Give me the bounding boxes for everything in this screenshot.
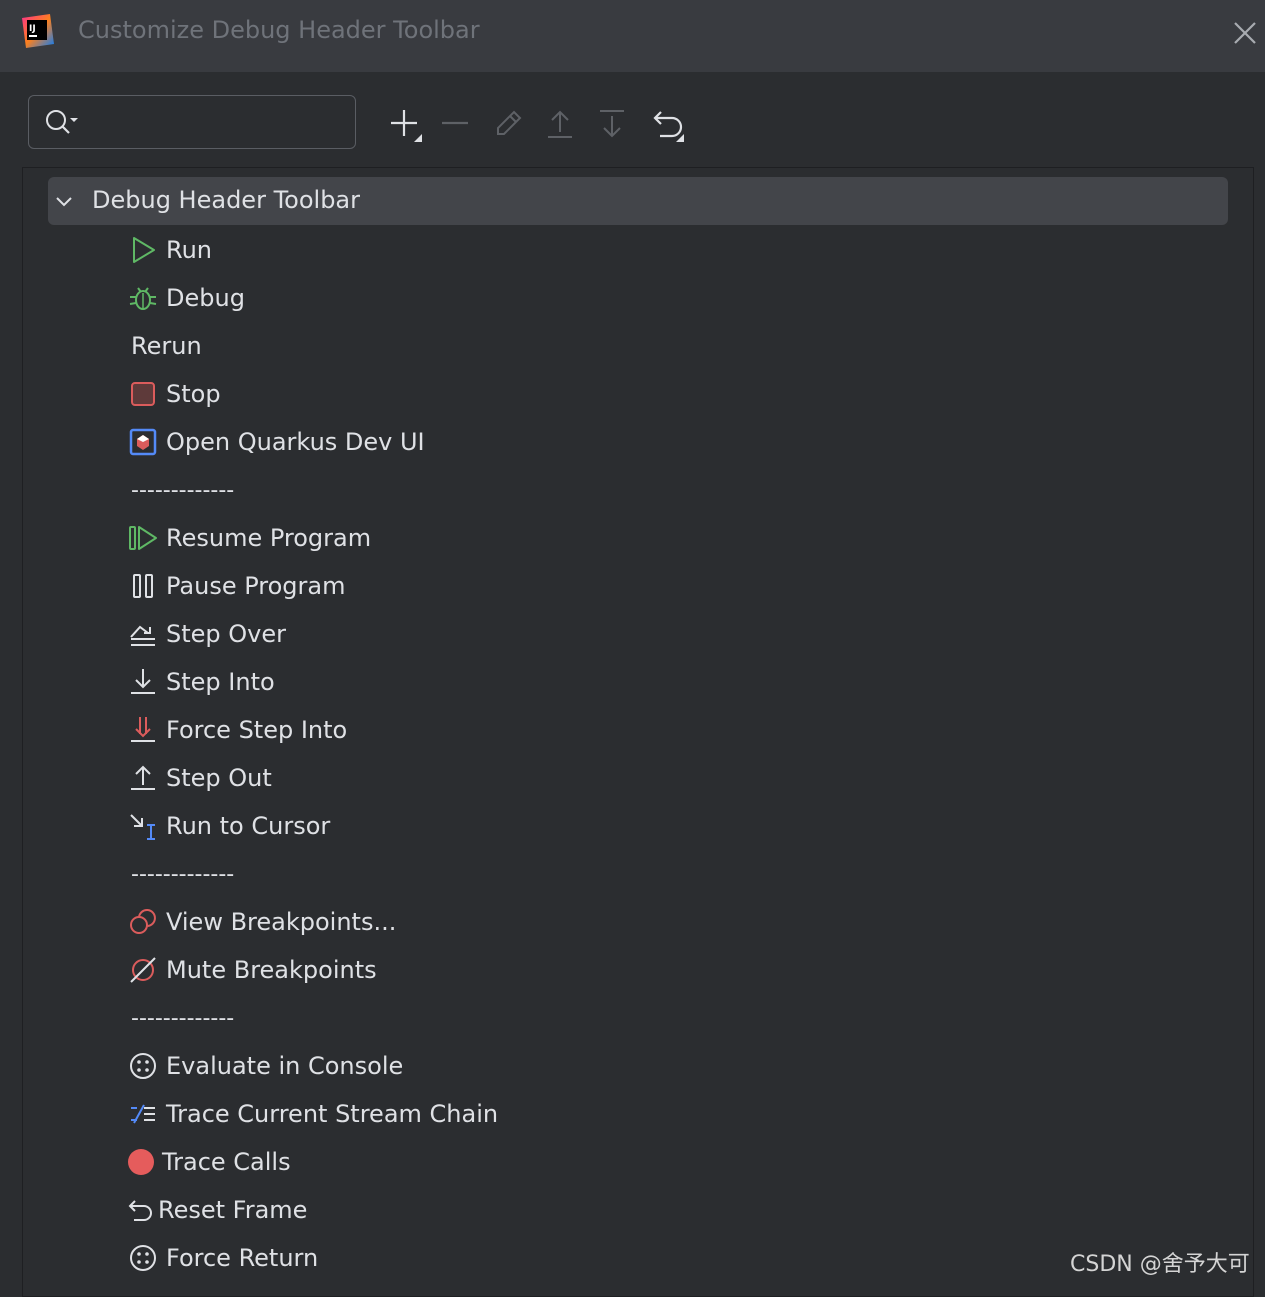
list-item-stop[interactable]: Stop [128, 374, 221, 414]
move-down-icon[interactable] [592, 104, 632, 144]
edit-icon[interactable] [488, 104, 528, 144]
trace-stream-icon [131, 1104, 155, 1124]
tree-root-label: Debug Header Toolbar [92, 186, 360, 214]
step-over-icon [130, 625, 155, 646]
debug-icon [129, 287, 157, 310]
list-item-reset-frame[interactable]: Reset Frame [124, 1190, 307, 1230]
list-item-label: Stop [166, 380, 221, 408]
separator[interactable]: ------------- [131, 1006, 234, 1031]
pause-icon [133, 574, 153, 598]
list-item-force-return[interactable]: Force Return [128, 1238, 318, 1278]
svg-text:IJ: IJ [29, 24, 36, 34]
list-item-label: Rerun [131, 332, 202, 360]
list-item-step-out[interactable]: Step Out [128, 758, 272, 798]
list-item-label: Run to Cursor [166, 812, 331, 840]
list-item-label: Trace Calls [162, 1148, 291, 1176]
list-item-label: Step Into [166, 668, 275, 696]
list-item-label: Evaluate in Console [166, 1052, 404, 1080]
list-item-debug[interactable]: Debug [128, 278, 245, 318]
toolbar [0, 72, 1265, 168]
list-item-trace-current-stream-chain[interactable]: Trace Current Stream Chain [128, 1094, 498, 1134]
intellij-logo-icon: IJ [22, 14, 54, 48]
window-title: Customize Debug Header Toolbar [78, 16, 480, 44]
list-item-view-breakpoints[interactable]: View Breakpoints... [128, 902, 396, 942]
restore-icon[interactable] [646, 104, 686, 144]
search-input[interactable] [93, 104, 347, 142]
list-item-label: Open Quarkus Dev UI [166, 428, 425, 456]
list-item-label: Pause Program [166, 572, 346, 600]
force-return-icon [130, 1245, 156, 1271]
list-item-label: Step Out [166, 764, 272, 792]
search-box[interactable] [28, 95, 356, 149]
resume-icon [129, 526, 157, 550]
chevron-down-icon[interactable] [52, 191, 76, 213]
list-item-label: Debug [166, 284, 245, 312]
reset-frame-icon [128, 1200, 152, 1221]
list-item-mute-breakpoints[interactable]: Mute Breakpoints [128, 950, 377, 990]
list-item-evaluate-in-console[interactable]: Evaluate in Console [128, 1046, 403, 1086]
evaluate-icon [130, 1053, 156, 1079]
view-breakpoints-icon [130, 909, 156, 934]
close-icon[interactable] [1228, 16, 1262, 50]
list-item-label: View Breakpoints... [166, 908, 397, 936]
list-item-label: Force Step Into [166, 716, 348, 744]
title-bar: IJ Customize Debug Header Toolbar [0, 0, 1265, 72]
list-item-run[interactable]: Run [128, 230, 212, 270]
list-item-open-quarkus-dev-ui[interactable]: Open Quarkus Dev UI [128, 422, 425, 462]
stop-icon [131, 382, 155, 406]
list-item-step-over[interactable]: Step Over [128, 614, 286, 654]
separator[interactable]: ------------- [131, 478, 234, 503]
list-item-force-step-into[interactable]: Force Step Into [128, 710, 347, 750]
add-icon[interactable] [384, 104, 424, 144]
list-item-run-to-cursor[interactable]: Run to Cursor [128, 806, 330, 846]
list-item-label: Force Return [166, 1244, 319, 1272]
list-item-pause-program[interactable]: Pause Program [128, 566, 345, 606]
list-item-trace-calls[interactable]: Trace Calls [126, 1142, 291, 1182]
list-item-label: Run [166, 236, 213, 264]
move-up-icon[interactable] [540, 104, 580, 144]
mute-breakpoints-icon [130, 957, 156, 983]
search-icon[interactable] [43, 106, 83, 138]
quarkus-icon [129, 428, 157, 456]
list-item-label: Trace Current Stream Chain [166, 1100, 499, 1128]
trace-calls-icon [128, 1149, 154, 1175]
list-item-step-into[interactable]: Step Into [128, 662, 275, 702]
list-item-label: Resume Program [166, 524, 372, 552]
list-item-label: Step Over [166, 620, 286, 648]
run-to-cursor-icon [130, 814, 155, 840]
step-into-icon [131, 669, 155, 694]
remove-icon[interactable] [435, 104, 475, 144]
list-item-rerun[interactable]: Rerun [131, 326, 202, 366]
separator[interactable]: ------------- [131, 862, 234, 887]
run-icon [133, 237, 155, 263]
list-item-label: Mute Breakpoints [166, 956, 377, 984]
list-item-label: Reset Frame [158, 1196, 308, 1224]
watermark: CSDN @舍予大可 [1070, 1252, 1250, 1277]
step-out-icon [131, 765, 155, 790]
force-step-into-icon [131, 717, 155, 742]
list-item-resume-program[interactable]: Resume Program [128, 518, 371, 558]
